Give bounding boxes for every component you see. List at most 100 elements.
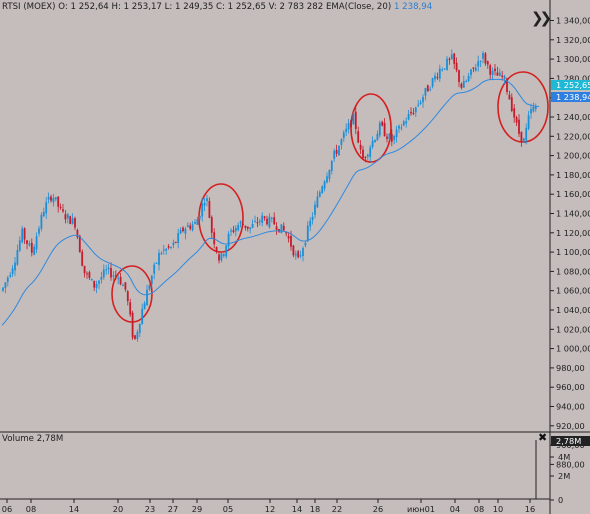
candle-body [83,265,86,274]
candle-body [220,253,223,261]
candle-body [102,269,105,278]
time-tick-label: 04 [450,504,460,514]
price-tick-label: 1 320,00 [556,35,590,45]
candle-body [249,227,252,229]
candle-body [458,70,460,83]
time-tick-label: 23 [145,504,155,514]
time-tick-label: 10 [493,504,503,514]
candle-body [426,85,429,92]
ema-indicator-label: EMA(Close, 20) [325,2,392,12]
candle-body [484,53,487,64]
candle-body [110,268,112,278]
candle-body [398,125,400,129]
ema-price-tag-label: 1 238,94 [556,92,590,102]
candle-body [23,228,26,240]
candle-body [532,106,535,112]
price-tick-label: 1 140,00 [556,209,590,219]
candle-body [405,121,408,124]
close-icon[interactable]: ✖ [538,431,547,444]
price-tick-label: 1 040,00 [556,305,590,315]
chart-canvas[interactable]: 1 340,001 320,001 300,001 280,001 260,00… [0,0,590,514]
candle-body [515,117,518,123]
candle-body [431,78,434,87]
time-tick-label: 12 [265,504,275,514]
candle-body [227,233,230,247]
candle-body [165,248,168,251]
candle-body [33,246,36,255]
candle-body [441,69,444,71]
candle-body [208,200,211,218]
volume-pane-label: Volume 2,78M [2,434,64,444]
candle-body [71,218,74,224]
candle-body [273,217,276,225]
candle-body [477,61,480,67]
candle-body [160,252,163,255]
candle-body [520,131,523,142]
price-tick-label: 1 220,00 [556,131,590,141]
candle-body [50,196,52,201]
price-tick-label: 980,00 [556,363,585,373]
candle-body [158,252,160,265]
candle-body [342,132,345,138]
candle-body [242,223,244,226]
candle-body [530,109,532,114]
candle-body [11,268,14,275]
volume-value-tag-label: 2,78M [556,436,581,446]
candle-body [35,236,38,250]
candle-body [88,272,91,278]
candle-body [261,215,264,223]
candle-body [177,233,180,243]
candle-body [210,217,213,233]
price-tick-label: 1 200,00 [556,151,590,161]
candle-body [330,160,333,171]
candle-body [326,176,328,183]
candle-body [14,262,16,271]
candle-body [424,88,427,96]
candle-body [258,220,261,222]
candle-body [54,197,57,200]
candle-body [119,276,122,285]
candle-body [282,225,285,231]
candle-body [290,235,292,247]
candle-body [522,138,525,143]
candle-body [263,216,266,219]
candle-body [64,214,67,220]
candle-body [86,273,88,275]
candle-body [203,203,206,206]
candle-body [21,228,24,243]
candle-body [417,104,420,106]
candle-body [489,65,492,75]
candle-body [6,277,9,282]
price-tags: 1 252,65 1 238,94 [551,80,590,102]
candle-body [491,70,494,75]
candle-body [465,80,468,82]
candle-body [237,224,240,231]
candle-body [345,128,348,132]
candle-body [467,75,470,82]
candle-body [482,53,484,59]
ema-indicator-value: 1 238,94 [393,2,433,12]
candle-body [419,102,422,105]
candle-body [230,230,232,232]
candle-body [508,94,511,100]
candle-body [314,204,316,215]
ema-line [1,78,540,326]
candle-body [455,62,458,71]
time-axis[interactable]: 06 08 14 20 23 27 29 05 12 14 18 22 26 июн01 04 08 10 16 [2,499,535,514]
candle-body [280,224,283,234]
fast-forward-icon[interactable]: ❯❯ [531,9,552,27]
candle-body [117,277,120,279]
candle-body [124,282,127,290]
candle-body [98,280,100,284]
candle-body [297,251,300,258]
candle-body [323,181,326,189]
candle-body [494,68,496,72]
candle-body [462,81,465,88]
candle-body [407,113,410,120]
candle-body [513,108,516,118]
candle-body [42,211,45,217]
candle-body [402,121,405,126]
candle-body [501,75,504,77]
candle-body [74,218,76,228]
candle-body [129,302,132,315]
